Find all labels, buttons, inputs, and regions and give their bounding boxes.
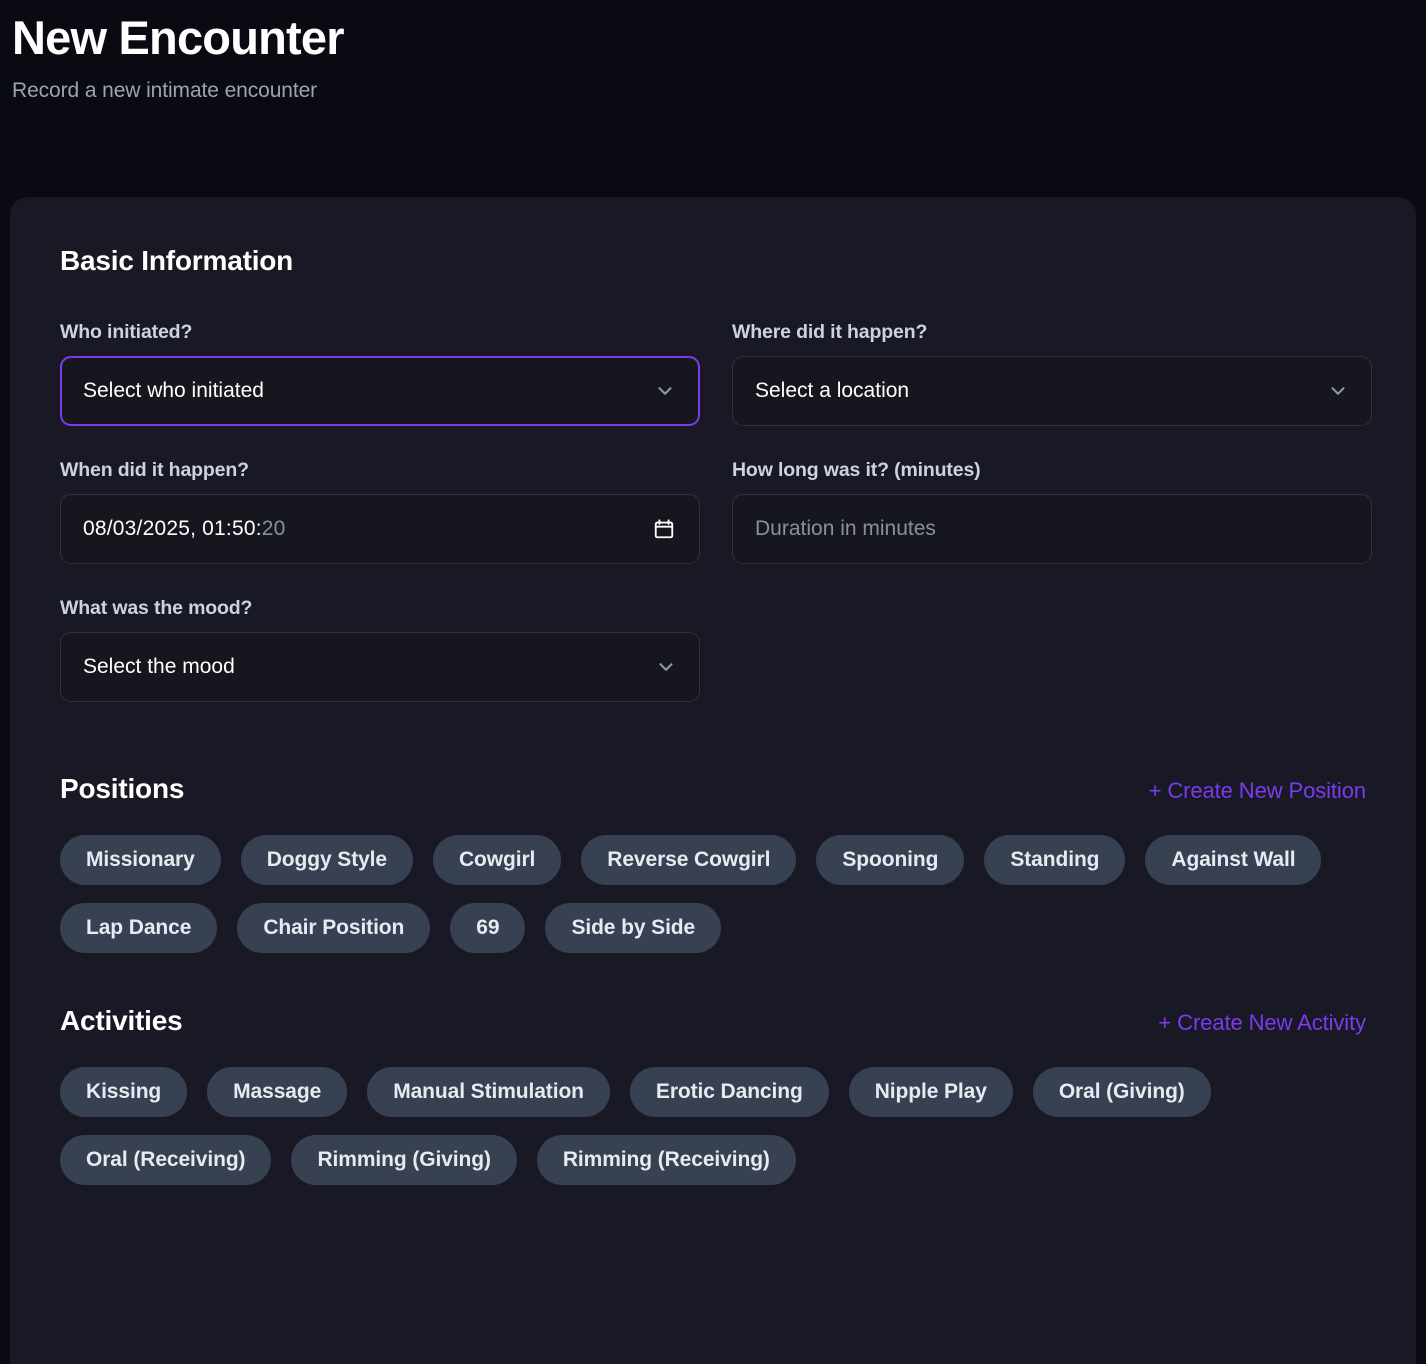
chevron-down-icon	[1327, 380, 1349, 402]
chip-option[interactable]: Rimming (Receiving)	[536, 1135, 796, 1185]
activities-header: Activities + Create New Activity	[60, 1005, 1366, 1037]
field-datetime: When did it happen? 08/03/2025, 01:50:20	[60, 459, 700, 564]
chevron-down-icon	[654, 380, 676, 402]
page-header: New Encounter Record a new intimate enco…	[0, 0, 1426, 103]
positions-chip-list: Missionary Doggy Style Cowgirl Reverse Cowg…	[60, 835, 1366, 953]
activities-section: Activities + Create New Activity Kissing…	[60, 1005, 1366, 1185]
chip-option[interactable]: Spooning	[816, 835, 965, 885]
activities-chip-list: Kissing Massage Manual Stimulation Erotic D…	[60, 1067, 1366, 1185]
location-select[interactable]: Select a location	[732, 356, 1372, 426]
datetime-seconds: 20	[261, 517, 286, 540]
encounter-form-card: Basic Information Who initiated? Select …	[10, 197, 1416, 1364]
datetime-input[interactable]: 08/03/2025, 01:50:20	[60, 494, 700, 564]
chip-option[interactable]: Cowgirl	[432, 835, 562, 885]
new-encounter-page: New Encounter Record a new intimate enco…	[0, 0, 1426, 1364]
chip-option[interactable]: Lap Dance	[60, 903, 218, 953]
initiator-label: Who initiated?	[60, 321, 193, 343]
mood-select[interactable]: Select the mood	[60, 632, 700, 702]
duration-label: How long was it? (minutes)	[732, 459, 981, 481]
page-title: New Encounter	[12, 11, 345, 64]
basic-information-form: Who initiated? Select who initiated Wher…	[60, 321, 1372, 735]
basic-information-heading: Basic Information	[60, 245, 294, 276]
chip-option[interactable]: Kissing	[60, 1067, 188, 1117]
calendar-icon[interactable]	[653, 518, 675, 540]
chip-option[interactable]: Side by Side	[545, 903, 722, 953]
location-label: Where did it happen?	[732, 321, 928, 343]
activities-heading: Activities	[60, 1005, 183, 1036]
chip-option[interactable]: Manual Stimulation	[367, 1067, 610, 1117]
positions-header: Positions + Create New Position	[60, 773, 1366, 805]
create-new-position-link[interactable]: + Create New Position	[1149, 778, 1367, 804]
page-subtitle: Record a new intimate encounter	[12, 79, 318, 103]
positions-heading: Positions	[60, 773, 185, 804]
chip-option[interactable]: Standing	[984, 835, 1126, 885]
chip-option[interactable]: Nipple Play	[848, 1067, 1013, 1117]
mood-select-value: Select the mood	[83, 655, 235, 678]
chevron-down-icon	[655, 656, 677, 678]
field-duration: How long was it? (minutes) Duration in m…	[732, 459, 1372, 564]
datetime-label: When did it happen?	[60, 459, 249, 481]
chip-option[interactable]: Reverse Cowgirl	[581, 835, 797, 885]
chip-option[interactable]: Oral (Giving)	[1032, 1067, 1211, 1117]
duration-input[interactable]: Duration in minutes	[732, 494, 1372, 564]
datetime-value: 08/03/2025, 01:50:	[83, 517, 262, 540]
chip-option[interactable]: Erotic Dancing	[629, 1067, 829, 1117]
initiator-select-value: Select who initiated	[83, 379, 264, 402]
chip-option[interactable]: Doggy Style	[240, 835, 413, 885]
chip-option[interactable]: Chair Position	[237, 903, 431, 953]
chip-option[interactable]: Oral (Receiving)	[60, 1135, 272, 1185]
duration-placeholder: Duration in minutes	[755, 517, 936, 540]
mood-label: What was the mood?	[60, 597, 253, 619]
chip-option[interactable]: Massage	[207, 1067, 348, 1117]
field-mood: What was the mood? Select the mood	[60, 597, 700, 702]
positions-section: Positions + Create New Position Missiona…	[60, 773, 1366, 953]
chip-option[interactable]: Against Wall	[1145, 835, 1322, 885]
create-new-activity-link[interactable]: + Create New Activity	[1158, 1010, 1366, 1036]
location-select-value: Select a location	[755, 379, 910, 402]
chip-option[interactable]: 69	[450, 903, 526, 953]
initiator-select[interactable]: Select who initiated	[60, 356, 700, 426]
chip-option[interactable]: Missionary	[60, 835, 221, 885]
field-initiator: Who initiated? Select who initiated	[60, 321, 700, 426]
field-location: Where did it happen? Select a location	[732, 321, 1372, 426]
chip-option[interactable]: Rimming (Giving)	[291, 1135, 517, 1185]
